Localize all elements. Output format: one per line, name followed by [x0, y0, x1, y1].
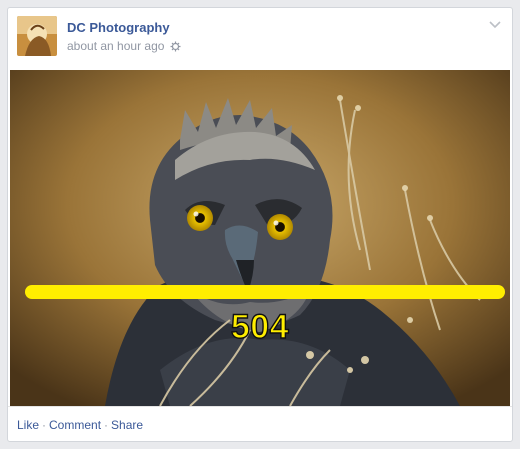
- action-separator: ·: [104, 418, 109, 432]
- gear-icon: [170, 41, 181, 52]
- avatar-image: [17, 16, 57, 56]
- page-avatar[interactable]: [17, 16, 57, 56]
- post-photo[interactable]: 504: [10, 70, 510, 406]
- photo-overlay-label: 504: [230, 307, 290, 346]
- post-meta: about an hour ago: [67, 39, 181, 53]
- chevron-down-icon[interactable]: [488, 18, 502, 30]
- eagle-photo-image: [10, 70, 510, 406]
- page-name-link[interactable]: DC Photography: [67, 20, 170, 35]
- action-separator: ·: [42, 418, 47, 432]
- post-actions: Like · Comment · Share: [8, 406, 512, 441]
- timestamp-link[interactable]: about an hour ago: [67, 39, 164, 53]
- share-link[interactable]: Share: [111, 418, 143, 432]
- comment-link[interactable]: Comment: [49, 418, 101, 432]
- like-link[interactable]: Like: [17, 418, 39, 432]
- post-card: DC Photography about an hour ago 504 Lik…: [7, 7, 513, 442]
